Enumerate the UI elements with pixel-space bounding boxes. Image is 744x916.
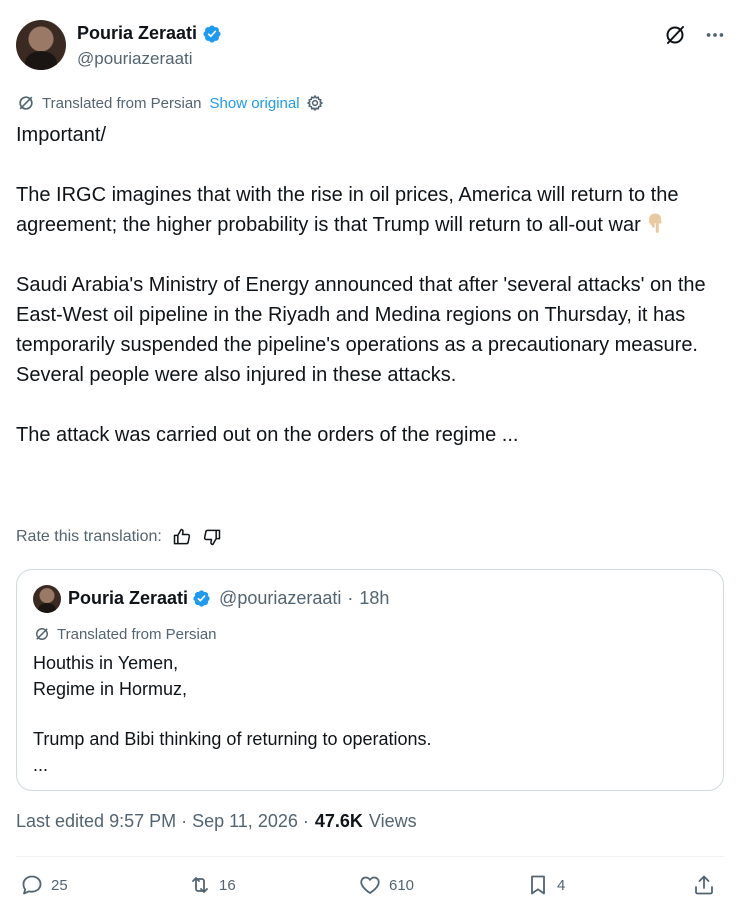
gear-icon[interactable] [306, 94, 324, 112]
reply-icon [22, 875, 42, 895]
quoted-author-handle: @pouriazeraati [219, 588, 342, 608]
like-button[interactable]: 610 [358, 873, 414, 897]
post-paragraph-irgc: The IRGC imagines that with the rise in … [16, 180, 728, 240]
verified-badge-icon [193, 590, 210, 607]
quoted-timestamp: 18h [359, 588, 390, 608]
post-paragraph-saudi: Saudi Arabia's Ministry of Energy announ… [16, 274, 706, 356]
quoted-translation-label: Translated from Persian [57, 625, 217, 643]
more-options-icon[interactable] [702, 22, 728, 48]
bookmark-count: 4 [557, 876, 566, 894]
quoted-post-header: Pouria Zeraati @pouriazeraati · 18h [68, 588, 389, 609]
views-count: 47.6K [314, 811, 363, 831]
author-name-row: Pouria Zeraati [77, 23, 222, 44]
like-count: 610 [389, 876, 415, 894]
avatar[interactable] [16, 20, 66, 70]
post-author-header: Pouria Zeraati @pouriazeraati [16, 18, 728, 74]
quoted-line: Trump and Bibi thinking of returning to … [33, 729, 432, 749]
post-text: Important/ The IRGC imagines that with t… [16, 120, 728, 450]
author-handle[interactable]: @pouriazeraati [77, 49, 193, 69]
bookmark-button[interactable]: 4 [526, 873, 565, 897]
translate-icon [36, 628, 48, 640]
thumbs-down-icon[interactable] [202, 527, 222, 547]
post-line-important: Important/ [16, 124, 107, 146]
translation-notice: Translated from Persian Show original [16, 93, 324, 113]
action-bar: 25 16 610 4 [20, 873, 720, 901]
pointing-down-emoji-icon [648, 213, 662, 233]
quoted-line: ... [33, 755, 49, 775]
header-actions [662, 22, 728, 48]
repost-count: 16 [219, 876, 236, 894]
show-original-link[interactable]: Show original [210, 95, 300, 112]
translation-label: Translated from Persian [42, 94, 202, 112]
quoted-author-name: Pouria Zeraati [68, 588, 189, 608]
grok-icon[interactable] [662, 22, 688, 48]
heart-icon [360, 876, 380, 894]
quoted-avatar [33, 585, 61, 613]
post-paragraph-injured: Several people were also injured in thes… [16, 364, 457, 386]
share-icon [695, 875, 713, 895]
repost-button[interactable]: 16 [188, 873, 236, 897]
repost-icon [192, 877, 208, 893]
bookmark-icon [531, 875, 545, 895]
rate-translation: Rate this translation: [16, 527, 222, 547]
quoted-translation-notice: Translated from Persian [33, 625, 217, 643]
quoted-line: Houthis in Yemen, [33, 653, 179, 673]
divider [16, 856, 724, 857]
rate-translation-label: Rate this translation: [16, 528, 162, 545]
post-paragraph-irgc-text: The IRGC imagines that with the rise in … [16, 184, 679, 236]
translate-icon [19, 96, 33, 110]
share-button[interactable] [692, 873, 716, 897]
quoted-line: Regime in Hormuz, [33, 679, 188, 699]
edited-timestamp[interactable]: Last edited 9:57 PM · Sep 11, 2026 · [16, 811, 309, 832]
post-paragraph-attack: The attack was carried out on the orders… [16, 424, 519, 446]
thumbs-up-icon[interactable] [172, 527, 192, 547]
quoted-post[interactable]: Pouria Zeraati @pouriazeraati · 18h Tran… [16, 569, 724, 791]
author-name[interactable]: Pouria Zeraati [77, 23, 197, 44]
reply-button[interactable]: 25 [20, 873, 68, 897]
quoted-post-text: Houthis in Yemen, Regime in Hormuz, Trum… [33, 650, 713, 778]
post-meta: Last edited 9:57 PM · Sep 11, 2026 · 47.… [16, 811, 417, 832]
verified-badge-icon [203, 24, 221, 43]
quoted-separator: · [347, 588, 354, 608]
reply-count: 25 [51, 876, 68, 894]
views-label: Views [368, 811, 417, 831]
